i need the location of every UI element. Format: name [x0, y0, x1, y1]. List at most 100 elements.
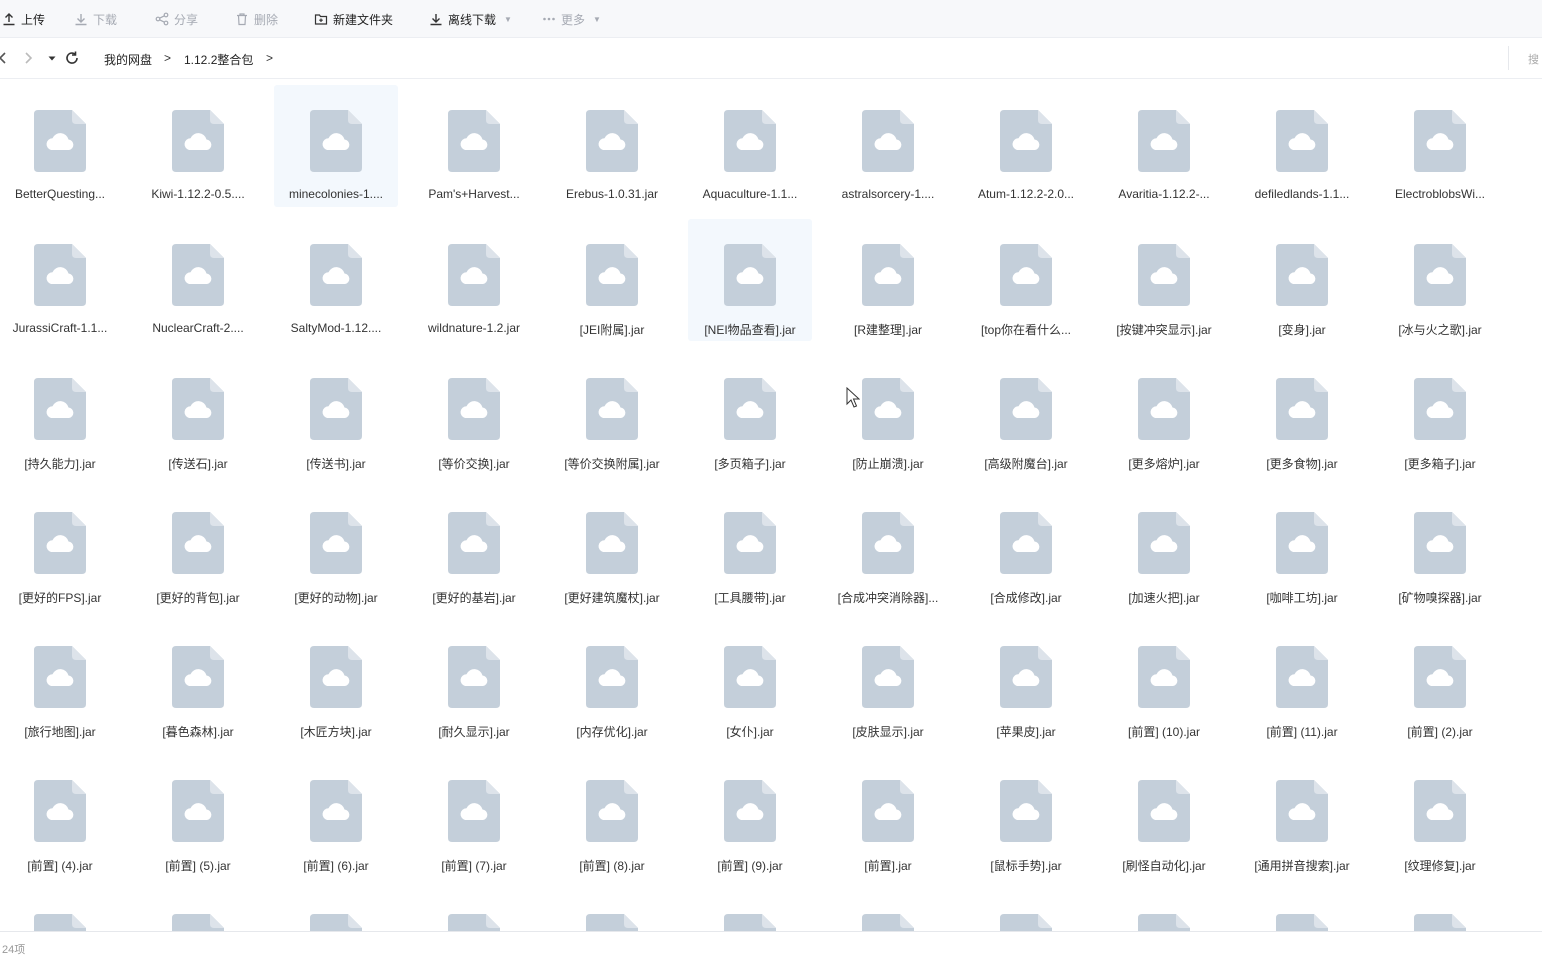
file-item[interactable]: Atum-1.12.2-2.0...	[964, 85, 1088, 207]
file-item[interactable]: ElectroblobsWi...	[1378, 85, 1502, 207]
upload-button[interactable]: 上传	[2, 9, 45, 29]
file-item[interactable]: [加速火把].jar	[1102, 487, 1226, 609]
search-box[interactable]: 搜	[1508, 46, 1542, 70]
file-item[interactable]: [前置] (11).jar	[1240, 621, 1364, 743]
file-item[interactable]: [top你在看什么...	[964, 219, 1088, 341]
file-item[interactable]: [等价交换附属].jar	[550, 353, 674, 475]
delete-button[interactable]: 删除	[235, 9, 278, 29]
file-item[interactable]: [旅行地图].jar	[0, 621, 122, 743]
file-item[interactable]: [更多熔炉].jar	[1102, 353, 1226, 475]
file-item[interactable]: [内存优化].jar	[550, 621, 674, 743]
file-item[interactable]: Aquaculture-1.1...	[688, 85, 812, 207]
file-item[interactable]: [更多食物].jar	[1240, 353, 1364, 475]
back-icon[interactable]	[0, 50, 10, 66]
file-item[interactable]: [工具腰带].jar	[688, 487, 812, 609]
file-item[interactable]: [防止崩溃].jar	[826, 353, 950, 475]
file-item[interactable]: [更好的动物].jar	[274, 487, 398, 609]
file-item[interactable]: [前置] (10).jar	[1102, 621, 1226, 743]
file-item[interactable]	[136, 889, 260, 931]
chevron-down-icon[interactable]: ▼	[504, 15, 512, 24]
file-item[interactable]: [矿物嗅探器].jar	[1378, 487, 1502, 609]
file-item[interactable]: JurassiCraft-1.1...	[0, 219, 122, 341]
file-item[interactable]: [合成冲突消除器]...	[826, 487, 950, 609]
file-item[interactable]: [通用拼音搜索].jar	[1240, 755, 1364, 877]
file-item[interactable]: [女仆].jar	[688, 621, 812, 743]
file-item[interactable]: SaltyMod-1.12....	[274, 219, 398, 341]
file-item[interactable]	[1516, 621, 1542, 743]
file-item[interactable]: [变身].jar	[1240, 219, 1364, 341]
file-item[interactable]	[1516, 755, 1542, 877]
file-item[interactable]: [前置] (6).jar	[274, 755, 398, 877]
file-item[interactable]: [刷怪自动化].jar	[1102, 755, 1226, 877]
file-item[interactable]	[1516, 219, 1542, 341]
file-item[interactable]: [前置] (8).jar	[550, 755, 674, 877]
file-item[interactable]: [R建整理].jar	[826, 219, 950, 341]
file-item[interactable]: [前置].jar	[826, 755, 950, 877]
more-button[interactable]: 更多 ▼	[542, 9, 601, 29]
file-item[interactable]	[1240, 889, 1364, 931]
file-item[interactable]	[688, 889, 812, 931]
file-item[interactable]: Erebus-1.0.31.jar	[550, 85, 674, 207]
breadcrumb-item-current[interactable]: 1.12.2整合包	[184, 51, 253, 68]
new-folder-button[interactable]: 新建文件夹	[314, 9, 393, 29]
file-item[interactable]: [NEI物品查看].jar	[688, 219, 812, 341]
file-item[interactable]	[826, 889, 950, 931]
file-item[interactable]: defiledlands-1.1...	[1240, 85, 1364, 207]
file-item[interactable]: [前置] (2).jar	[1378, 621, 1502, 743]
file-item[interactable]: [木匠方块].jar	[274, 621, 398, 743]
file-item[interactable]: [持久能力].jar	[0, 353, 122, 475]
file-item[interactable]: [前置] (5).jar	[136, 755, 260, 877]
file-item[interactable]: [苹果皮].jar	[964, 621, 1088, 743]
file-item[interactable]: [多页箱子].jar	[688, 353, 812, 475]
file-item[interactable]: [咖啡工坊].jar	[1240, 487, 1364, 609]
file-item[interactable]: [皮肤显示].jar	[826, 621, 950, 743]
offline-download-button[interactable]: 离线下载 ▼	[429, 9, 512, 29]
file-item[interactable]	[1516, 353, 1542, 475]
share-button[interactable]: 分享	[155, 9, 198, 29]
file-item[interactable]: [暮色森林].jar	[136, 621, 260, 743]
file-item[interactable]: astralsorcery-1....	[826, 85, 950, 207]
file-item[interactable]: [更好的背包].jar	[136, 487, 260, 609]
file-item[interactable]: [前置] (9).jar	[688, 755, 812, 877]
download-button[interactable]: 下载	[74, 9, 117, 29]
file-item[interactable]: Pam's+Harvest...	[412, 85, 536, 207]
file-item[interactable]: [合成修改].jar	[964, 487, 1088, 609]
file-item[interactable]	[274, 889, 398, 931]
file-item[interactable]	[0, 889, 122, 931]
file-item[interactable]: [鼠标手势].jar	[964, 755, 1088, 877]
file-item[interactable]: Kiwi-1.12.2-0.5....	[136, 85, 260, 207]
file-item[interactable]: [更好的基岩].jar	[412, 487, 536, 609]
file-item[interactable]	[550, 889, 674, 931]
file-item[interactable]: [纹理修复].jar	[1378, 755, 1502, 877]
file-item[interactable]: [冰与火之歌].jar	[1378, 219, 1502, 341]
file-item[interactable]: [更好的FPS].jar	[0, 487, 122, 609]
file-item[interactable]: NuclearCraft-2....	[136, 219, 260, 341]
file-item[interactable]: [耐久显示].jar	[412, 621, 536, 743]
file-item[interactable]	[1516, 487, 1542, 609]
file-item[interactable]: Ex	[1516, 85, 1542, 207]
chevron-down-icon[interactable]: ▼	[593, 15, 601, 24]
file-item[interactable]: [高级附魔台].jar	[964, 353, 1088, 475]
history-dropdown-icon[interactable]	[44, 50, 60, 66]
file-item[interactable]: BetterQuesting...	[0, 85, 122, 207]
forward-icon[interactable]	[20, 50, 36, 66]
file-item[interactable]: [更好建筑魔杖].jar	[550, 487, 674, 609]
refresh-icon[interactable]	[64, 50, 80, 66]
file-item[interactable]: [更多箱子].jar	[1378, 353, 1502, 475]
breadcrumb-item-root[interactable]: 我的网盘	[104, 51, 152, 68]
file-item[interactable]: wildnature-1.2.jar	[412, 219, 536, 341]
file-item[interactable]: minecolonies-1....	[274, 85, 398, 207]
file-item[interactable]: [JEI附属].jar	[550, 219, 674, 341]
file-item[interactable]: [传送石].jar	[136, 353, 260, 475]
file-item[interactable]	[1102, 889, 1226, 931]
file-item[interactable]	[412, 889, 536, 931]
file-item[interactable]	[1516, 889, 1542, 931]
file-item[interactable]: [按键冲突显示].jar	[1102, 219, 1226, 341]
file-item[interactable]: [前置] (7).jar	[412, 755, 536, 877]
file-item[interactable]	[964, 889, 1088, 931]
file-item[interactable]: [传送书].jar	[274, 353, 398, 475]
file-item[interactable]: Avaritia-1.12.2-...	[1102, 85, 1226, 207]
file-item[interactable]	[1378, 889, 1502, 931]
file-item[interactable]: [前置] (4).jar	[0, 755, 122, 877]
file-item[interactable]: [等价交换].jar	[412, 353, 536, 475]
